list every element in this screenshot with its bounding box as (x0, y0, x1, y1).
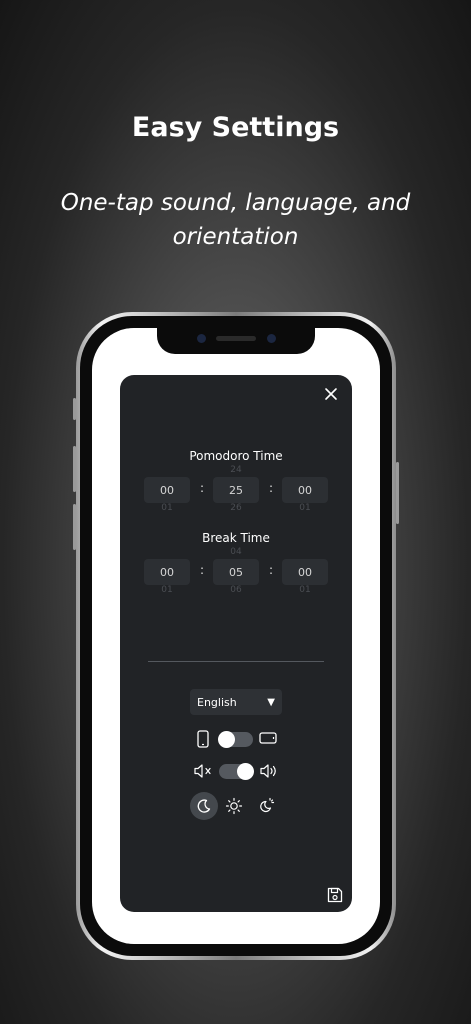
close-icon (325, 388, 337, 400)
pomodoro-seconds[interactable]: 00 (282, 477, 328, 503)
break-title: Break Time (202, 531, 270, 545)
break-hours[interactable]: 00 (144, 559, 190, 585)
switch-knob (237, 763, 254, 780)
pomodoro-seconds-next: 01 (299, 503, 311, 511)
break-picker: 00 01 : 04 05 06 : 00 01 (144, 547, 328, 593)
language-value: English (197, 695, 237, 709)
headline: Easy Settings (131, 112, 340, 143)
break-seconds-next: 01 (299, 585, 311, 593)
phone-frame: Pomodoro Time 00 01 : 24 25 26 : 00 01 B… (73, 312, 399, 960)
pomodoro-hours[interactable]: 00 (144, 477, 190, 503)
orientation-switch[interactable] (218, 731, 253, 748)
break-hours-next: 01 (161, 585, 173, 593)
separator: : (268, 563, 274, 577)
separator: : (199, 481, 205, 495)
pomodoro-minutes-next: 26 (230, 503, 242, 511)
sound-toggle-row (120, 759, 352, 783)
sensor-icon (267, 334, 276, 343)
pomodoro-hours-next: 01 (161, 503, 173, 511)
break-seconds[interactable]: 00 (282, 559, 328, 585)
volume-down-button (73, 504, 76, 550)
settings-panel: Pomodoro Time 00 01 : 24 25 26 : 00 01 B… (120, 375, 352, 912)
pomodoro-picker: 00 01 : 24 25 26 : 00 01 (144, 465, 328, 511)
theme-auto-button[interactable] (252, 792, 280, 820)
pomodoro-minutes[interactable]: 25 (213, 477, 259, 503)
auto-theme-icon (260, 797, 275, 813)
sun-icon (225, 797, 243, 815)
separator: : (199, 563, 205, 577)
power-button (396, 462, 399, 524)
save-icon (327, 887, 343, 903)
notch (157, 328, 315, 354)
switch-knob (218, 731, 235, 748)
separator: : (268, 481, 274, 495)
subheadline: One-tap sound, language, and orientation (60, 190, 411, 250)
moon-icon (197, 799, 211, 813)
pomodoro-minutes-prev: 24 (230, 465, 242, 475)
volume-icon[interactable] (258, 762, 280, 780)
orientation-toggle-row (120, 727, 352, 751)
speaker-grille (216, 336, 256, 341)
divider (148, 661, 324, 662)
camera-icon (197, 334, 206, 343)
save-button[interactable] (326, 886, 344, 904)
language-select[interactable]: English ▼ (190, 689, 282, 715)
sound-switch[interactable] (219, 763, 254, 780)
portrait-icon[interactable] (196, 729, 210, 749)
mute-icon[interactable] (192, 762, 214, 780)
volume-up-button (73, 446, 76, 492)
theme-dark-button[interactable] (190, 792, 218, 820)
theme-light-button[interactable] (220, 792, 248, 820)
break-minutes[interactable]: 05 (213, 559, 259, 585)
break-minutes-prev: 04 (230, 547, 242, 557)
close-button[interactable] (320, 383, 342, 405)
pomodoro-title: Pomodoro Time (189, 449, 283, 463)
landscape-icon[interactable] (258, 731, 278, 745)
phone-screen: Pomodoro Time 00 01 : 24 25 26 : 00 01 B… (92, 328, 380, 944)
chevron-down-icon: ▼ (267, 696, 275, 708)
silent-switch (73, 398, 76, 420)
break-minutes-next: 06 (230, 585, 242, 593)
